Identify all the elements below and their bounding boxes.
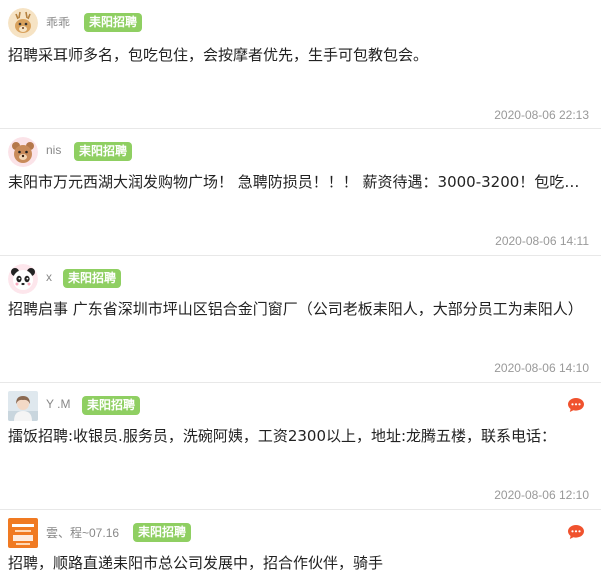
username[interactable]: 乖乖 — [46, 14, 70, 31]
post-item[interactable]: 乖乖 耒阳招聘 招聘采耳师多名，包吃包住，会按摩者优先，生手可包教包会。 202… — [0, 0, 601, 129]
post-feed: 乖乖 耒阳招聘 招聘采耳师多名，包吃包住，会按摩者优先，生手可包教包会。 202… — [0, 0, 601, 588]
post-content[interactable]: 耒阳市万元西湖大润发购物广场！ 急聘防损员！！！ 薪资待遇：3000-3200！… — [8, 171, 593, 192]
post-timestamp: 2020-08-06 14:11 — [495, 234, 589, 248]
post-timestamp: 2020-08-06 22:13 — [494, 108, 589, 122]
post-item[interactable]: nis 耒阳招聘 耒阳市万元西湖大润发购物广场！ 急聘防损员！！！ 薪资待遇：3… — [0, 129, 601, 256]
username[interactable]: nis — [46, 143, 61, 157]
comment-icon[interactable] — [567, 397, 585, 413]
post-header: 乖乖 耒阳招聘 — [0, 0, 601, 38]
post-header: Y .M 耒阳招聘 — [0, 383, 601, 421]
category-tag[interactable]: 耒阳招聘 — [82, 396, 141, 415]
panda-avatar-icon[interactable] — [8, 264, 38, 294]
category-tag[interactable]: 耒阳招聘 — [74, 142, 133, 161]
post-content[interactable]: 招聘启事 广东省深圳市坪山区铝合金门窗厂（公司老板耒阳人，大部分员工为耒阳人） — [8, 298, 593, 319]
post-item[interactable]: Y .M 耒阳招聘 擂饭招聘:收银员.服务员，洗碗阿姨，工资2300以上，地址:… — [0, 383, 601, 510]
comment-icon[interactable] — [567, 524, 585, 540]
username[interactable]: 雲、程~07.16 — [46, 524, 119, 541]
bear-avatar-icon[interactable] — [8, 137, 38, 167]
orange-logo-avatar-icon[interactable] — [8, 518, 38, 548]
category-tag[interactable]: 耒阳招聘 — [133, 523, 192, 542]
post-timestamp: 2020-08-06 14:10 — [494, 361, 589, 375]
username[interactable]: x — [46, 270, 52, 284]
category-tag[interactable]: 耒阳招聘 — [63, 269, 122, 288]
post-header: x 耒阳招聘 — [0, 256, 601, 294]
post-item[interactable]: x 耒阳招聘 招聘启事 广东省深圳市坪山区铝合金门窗厂（公司老板耒阳人，大部分员… — [0, 256, 601, 383]
post-header: nis 耒阳招聘 — [0, 129, 601, 167]
category-tag[interactable]: 耒阳招聘 — [84, 13, 143, 32]
post-content[interactable]: 招聘，顺路直递耒阳市总公司发展中，招合作伙伴，骑手 — [8, 552, 593, 573]
post-timestamp: 2020-08-06 12:10 — [494, 488, 589, 502]
post-content[interactable]: 招聘采耳师多名，包吃包住，会按摩者优先，生手可包教包会。 — [8, 44, 593, 65]
person-photo-avatar-icon[interactable] — [8, 391, 38, 421]
deer-avatar-icon[interactable] — [8, 8, 38, 38]
username[interactable]: Y .M — [46, 397, 70, 411]
post-header: 雲、程~07.16 耒阳招聘 — [0, 510, 601, 548]
post-item[interactable]: 雲、程~07.16 耒阳招聘 招聘，顺路直递耒阳市总公司发展中，招合作伙伴，骑手 — [0, 510, 601, 588]
post-content[interactable]: 擂饭招聘:收银员.服务员，洗碗阿姨，工资2300以上，地址:龙腾五楼，联系电话： — [8, 425, 593, 446]
